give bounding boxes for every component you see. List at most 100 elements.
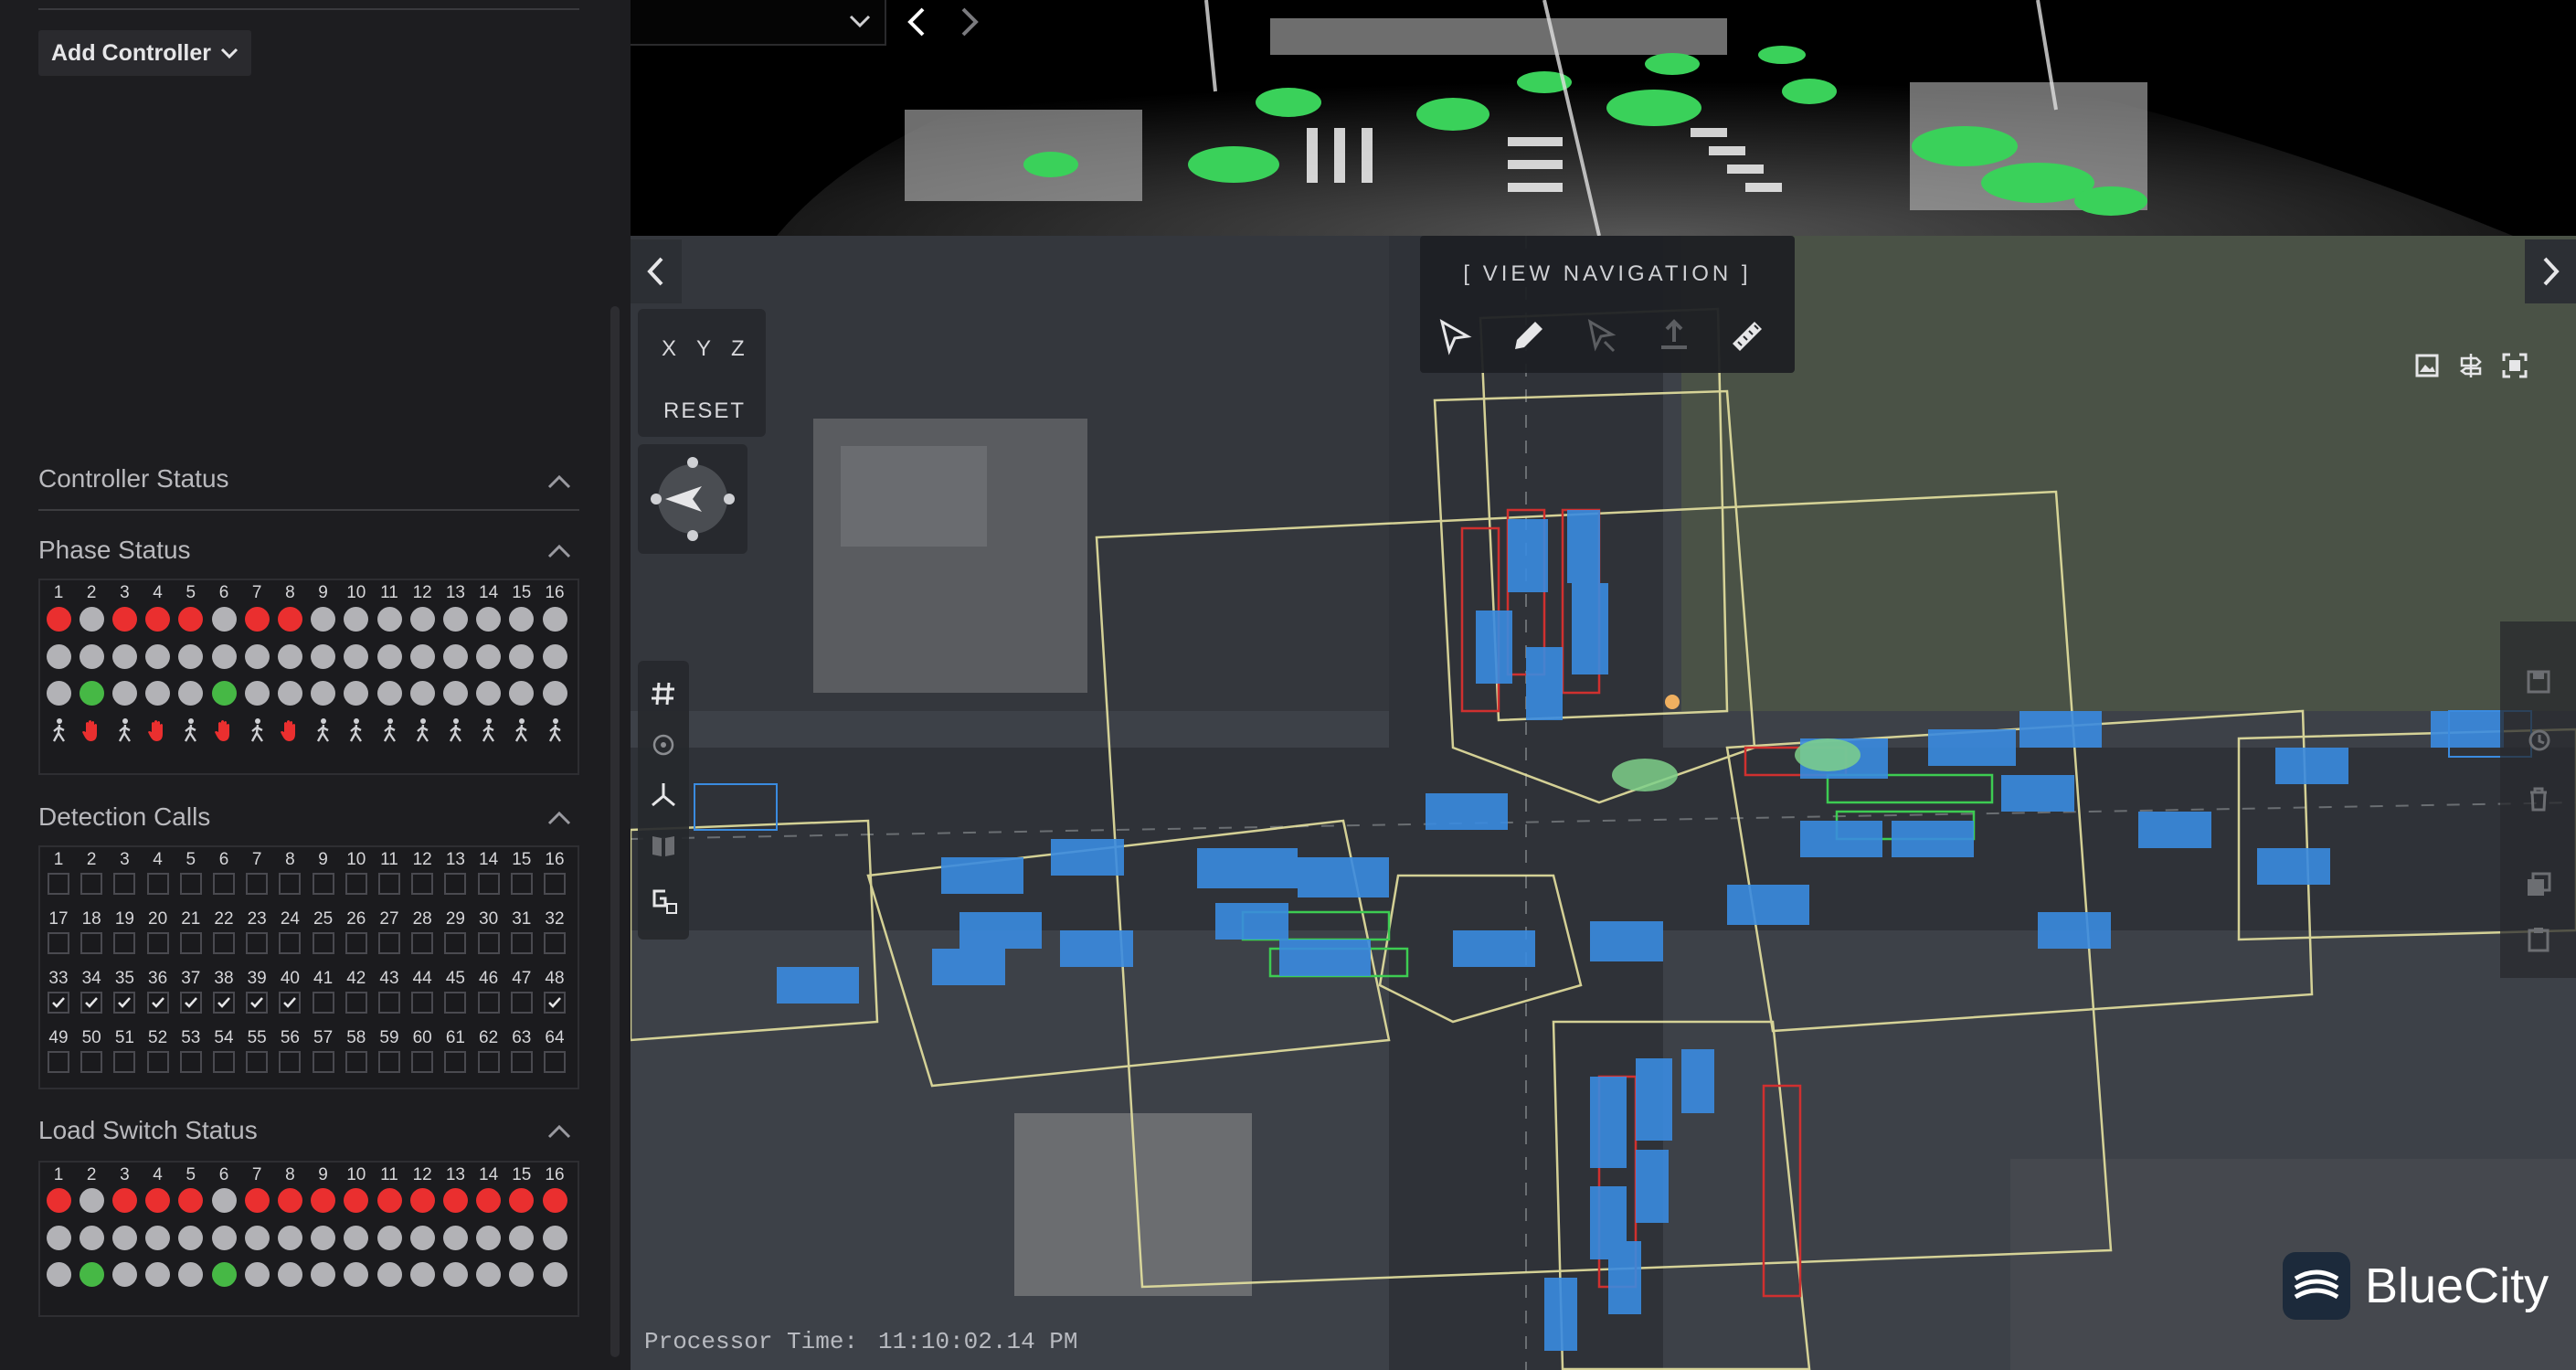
ruler-icon[interactable] bbox=[1727, 316, 1767, 356]
sidebar-scrollbar[interactable] bbox=[610, 306, 620, 1357]
detector-call-checkbox[interactable] bbox=[179, 932, 202, 954]
detector-call-checkbox[interactable] bbox=[411, 932, 434, 954]
detector-call-checkbox[interactable] bbox=[48, 992, 69, 1014]
detector-call-checkbox[interactable] bbox=[345, 873, 367, 895]
detector-call-checkbox[interactable] bbox=[279, 992, 302, 1014]
detector-call-checkbox[interactable] bbox=[510, 873, 533, 895]
detector-call-checkbox[interactable] bbox=[544, 992, 566, 1014]
detector-call-checkbox[interactable] bbox=[146, 1051, 169, 1073]
detector-call-checkbox[interactable] bbox=[312, 932, 334, 954]
axis-y-button[interactable]: Y bbox=[696, 336, 713, 362]
detector-call-checkbox[interactable] bbox=[113, 992, 136, 1014]
detector-call-checkbox[interactable] bbox=[544, 932, 566, 954]
save-icon[interactable] bbox=[2524, 667, 2553, 696]
detector-call-checkbox[interactable] bbox=[279, 932, 302, 954]
detector-call-checkbox[interactable] bbox=[510, 992, 533, 1014]
pencil-icon[interactable] bbox=[1508, 316, 1548, 356]
target-icon[interactable] bbox=[649, 730, 678, 759]
detector-call-checkbox[interactable] bbox=[80, 873, 103, 895]
detector-call-checkbox[interactable] bbox=[444, 873, 467, 895]
detector-call-checkbox[interactable] bbox=[378, 932, 400, 954]
chevron-up-icon[interactable] bbox=[546, 810, 572, 826]
detector-call-checkbox[interactable] bbox=[213, 992, 235, 1014]
detector-call-checkbox[interactable] bbox=[113, 873, 136, 895]
satellite-map-view[interactable]: X Y Z RESET Processor Time: 11:10:02.14 … bbox=[631, 236, 2576, 1370]
chevron-right-icon[interactable] bbox=[950, 5, 987, 38]
detector-call-checkbox[interactable] bbox=[48, 873, 69, 895]
detector-call-checkbox[interactable] bbox=[113, 1051, 136, 1073]
right-panel-toggle[interactable] bbox=[2525, 239, 2576, 303]
detector-call-checkbox[interactable] bbox=[345, 992, 367, 1014]
detector-call-checkbox[interactable] bbox=[378, 992, 400, 1014]
reset-view-button[interactable]: RESET bbox=[663, 398, 746, 424]
detector-call-checkbox[interactable] bbox=[48, 932, 69, 954]
detector-call-checkbox[interactable] bbox=[246, 932, 269, 954]
detector-call-checkbox[interactable] bbox=[444, 992, 467, 1014]
detector-call-checkbox[interactable] bbox=[146, 873, 169, 895]
detector-call-checkbox[interactable] bbox=[312, 873, 334, 895]
copy-icon[interactable] bbox=[2524, 870, 2553, 899]
detector-call-checkbox[interactable] bbox=[80, 932, 103, 954]
fullscreen-icon[interactable] bbox=[2500, 351, 2529, 380]
detector-call-checkbox[interactable] bbox=[213, 932, 235, 954]
detector-call-checkbox[interactable] bbox=[113, 932, 136, 954]
detector-call-checkbox[interactable] bbox=[378, 873, 400, 895]
detector-call-checkbox[interactable] bbox=[544, 873, 566, 895]
image-icon[interactable] bbox=[2412, 351, 2442, 380]
detector-call-checkbox[interactable] bbox=[378, 1051, 400, 1073]
camera-select-dropdown[interactable] bbox=[631, 0, 886, 46]
detector-call-checkbox[interactable] bbox=[279, 1051, 302, 1073]
detector-call-checkbox[interactable] bbox=[246, 1051, 269, 1073]
edit-pointer-icon[interactable] bbox=[1581, 316, 1621, 356]
detector-call-checkbox[interactable] bbox=[80, 992, 103, 1014]
detector-call-checkbox[interactable] bbox=[213, 873, 235, 895]
left-panel-toggle[interactable] bbox=[631, 239, 682, 303]
detector-call-checkbox[interactable] bbox=[312, 992, 334, 1014]
detector-call-checkbox[interactable] bbox=[246, 992, 269, 1014]
detector-call-checkbox[interactable] bbox=[179, 873, 202, 895]
detector-call-checkbox[interactable] bbox=[411, 992, 434, 1014]
detector-call-checkbox[interactable] bbox=[213, 1051, 235, 1073]
detector-call-checkbox[interactable] bbox=[510, 1051, 533, 1073]
detector-call-checkbox[interactable] bbox=[477, 1051, 500, 1073]
lidar-point-cloud-view[interactable] bbox=[631, 0, 2576, 236]
clipboard-icon[interactable] bbox=[2524, 925, 2553, 954]
detector-call-checkbox[interactable] bbox=[179, 992, 202, 1014]
axis-z-button[interactable]: Z bbox=[731, 336, 747, 362]
detector-call-checkbox[interactable] bbox=[279, 873, 302, 895]
detector-call-checkbox[interactable] bbox=[312, 1051, 334, 1073]
chevron-up-icon[interactable] bbox=[546, 1123, 572, 1140]
detector-call-checkbox[interactable] bbox=[444, 1051, 467, 1073]
detector-call-checkbox[interactable] bbox=[411, 1051, 434, 1073]
upload-icon[interactable] bbox=[1654, 316, 1694, 356]
detector-call-checkbox[interactable] bbox=[179, 1051, 202, 1073]
add-controller-button[interactable]: Add Controller bbox=[38, 30, 251, 76]
grid-hash-icon[interactable] bbox=[649, 679, 678, 708]
detector-call-checkbox[interactable] bbox=[444, 932, 467, 954]
detector-call-checkbox[interactable] bbox=[246, 873, 269, 895]
compass-icon[interactable] bbox=[638, 444, 747, 554]
trash-icon[interactable] bbox=[2524, 784, 2553, 813]
detector-call-checkbox[interactable] bbox=[477, 873, 500, 895]
detector-call-checkbox[interactable] bbox=[477, 992, 500, 1014]
detector-call-checkbox[interactable] bbox=[146, 932, 169, 954]
chevron-up-icon[interactable] bbox=[546, 473, 572, 490]
axes-icon[interactable] bbox=[649, 780, 678, 809]
detector-call-checkbox[interactable] bbox=[411, 873, 434, 895]
geo-layers-icon[interactable] bbox=[647, 884, 680, 917]
chevron-up-icon[interactable] bbox=[546, 543, 572, 559]
select-pointer-icon[interactable] bbox=[1435, 316, 1475, 356]
detector-call-checkbox[interactable] bbox=[544, 1051, 566, 1073]
detector-call-checkbox[interactable] bbox=[345, 1051, 367, 1073]
history-icon[interactable] bbox=[2524, 726, 2553, 755]
chevron-left-icon[interactable] bbox=[899, 5, 936, 38]
detector-call-checkbox[interactable] bbox=[48, 1051, 69, 1073]
detector-call-checkbox[interactable] bbox=[345, 932, 367, 954]
detector-call-checkbox[interactable] bbox=[80, 1051, 103, 1073]
axis-x-button[interactable]: X bbox=[662, 336, 678, 362]
book-icon[interactable] bbox=[649, 831, 678, 860]
signpost-icon[interactable] bbox=[2456, 351, 2486, 380]
detector-call-checkbox[interactable] bbox=[510, 932, 533, 954]
detector-call-checkbox[interactable] bbox=[477, 932, 500, 954]
detector-call-checkbox[interactable] bbox=[146, 992, 169, 1014]
